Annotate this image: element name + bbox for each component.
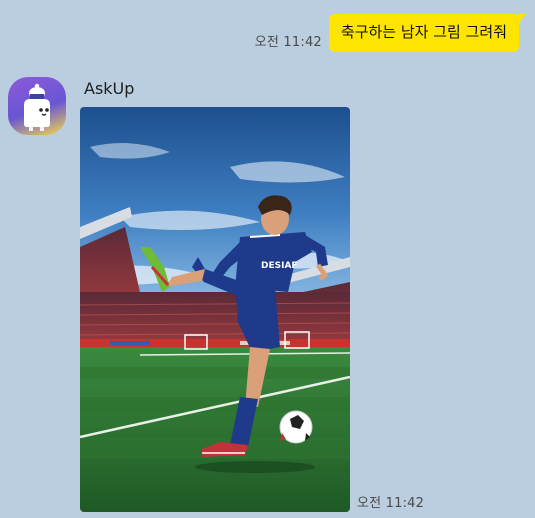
askup-avatar[interactable]	[8, 77, 66, 135]
outgoing-message-row: 오전 11:42 축구하는 남자 그림 그려줘	[254, 14, 527, 52]
jersey-text: DESIAF	[261, 261, 298, 271]
generated-image-football-player[interactable]: DESIAF	[80, 107, 350, 512]
outgoing-timestamp: 오전 11:42	[254, 35, 322, 50]
outgoing-message-bubble[interactable]: 축구하는 남자 그림 그려줘	[328, 14, 527, 52]
football-player-illustration: DESIAF	[80, 107, 350, 512]
askup-ghost-icon	[24, 83, 50, 131]
incoming-timestamp: 오전 11:42	[357, 496, 425, 511]
sender-name: AskUp	[84, 79, 135, 98]
